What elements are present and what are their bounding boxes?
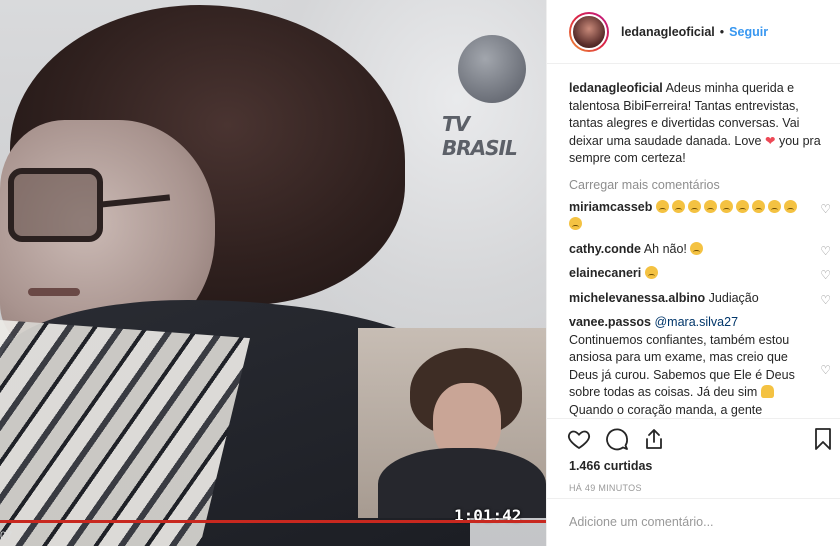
comment-username[interactable]: michelevanessa.albino [569,291,705,305]
comment-item: cathy.conde Ah não! ♡ [569,241,831,259]
comment-username[interactable]: vanee.passos [569,315,651,329]
comment-username[interactable]: elainecaneri [569,266,641,280]
comment-like-icon[interactable]: ♡ [820,267,831,285]
sad-emoji-icon [690,241,704,255]
avatar[interactable] [569,11,609,52]
sad-emoji-icon [569,217,582,230]
post-actions: 1.466 curtidas HÁ 49 MINUTOS [547,418,840,498]
sad-emoji-icon [644,266,658,279]
praying-hands-emoji-icon [760,385,774,398]
comment-bubble-icon[interactable] [605,427,629,451]
post-sidebar: ledanagleoficial • Seguir ledanagleofici… [546,0,840,546]
comment-like-icon[interactable]: ♡ [820,362,831,380]
comment-text: Ah não! [643,241,687,256]
sad-emoji-icon [767,199,781,213]
sunglasses [8,168,103,242]
sad-emoji-icon [703,199,717,213]
bookmark-icon[interactable] [811,427,835,451]
post-timestamp: HÁ 49 MINUTOS [569,483,642,493]
comment-like-icon[interactable]: ♡ [820,292,831,310]
comment-item: vanee.passos @mara.silva27 Continuemos c… [569,314,831,420]
red-heart-emoji: ❤ [765,133,776,148]
caption-username[interactable]: ledanagleoficial [569,81,663,95]
comment-username[interactable]: miriamcasseb [569,200,652,214]
edge-number: 07 [0,530,13,542]
comment-text: Judiação [708,290,759,305]
comment-item: elainecaneri ♡ [569,265,831,283]
share-icon[interactable] [642,427,666,451]
post-caption: ledanagleoficial Adeus minha querida e t… [569,80,831,168]
comment-mention-link[interactable]: @mara.silva27 [654,315,738,329]
header-username[interactable]: ledanagleoficial [621,25,715,39]
add-comment-bar [547,498,840,546]
comments-list[interactable]: ledanagleoficial Adeus minha querida e t… [569,80,831,420]
comment-item: miriamcasseb ♡ [569,199,831,234]
sad-emoji-icon [751,199,765,213]
tv-brasil-logo [458,35,526,103]
heart-outline-icon[interactable] [567,427,591,451]
comment-item: michelevanessa.albino Judiação ♡ [569,290,831,308]
likes-count[interactable]: 1.466 curtidas [569,459,652,473]
comment-like-icon[interactable]: ♡ [820,201,831,219]
post-photo[interactable]: TV BRASIL 1:01:42 07 [0,0,546,546]
sad-emoji-icon [719,199,733,213]
sad-emoji-icon [671,199,685,213]
comment-like-icon[interactable]: ♡ [820,243,831,261]
sad-emoji-icon [687,199,701,213]
add-comment-input[interactable] [569,515,819,529]
tv-brasil-logo-text: TV BRASIL [442,112,518,160]
load-more-comments-link[interactable]: Carregar mais comentários [569,178,831,192]
header-separator: • [719,24,725,39]
sad-emoji-icon [783,199,797,213]
sad-emoji-icon [735,199,749,213]
video-progress-bar [0,520,546,523]
woman-mouth [28,288,80,296]
sad-emoji-icon [655,199,669,213]
comment-username[interactable]: cathy.conde [569,242,641,256]
avatar-image [571,13,607,50]
post-header: ledanagleoficial • Seguir [547,0,840,64]
follow-button[interactable]: Seguir [729,25,768,39]
inset-video-frame [358,328,546,518]
